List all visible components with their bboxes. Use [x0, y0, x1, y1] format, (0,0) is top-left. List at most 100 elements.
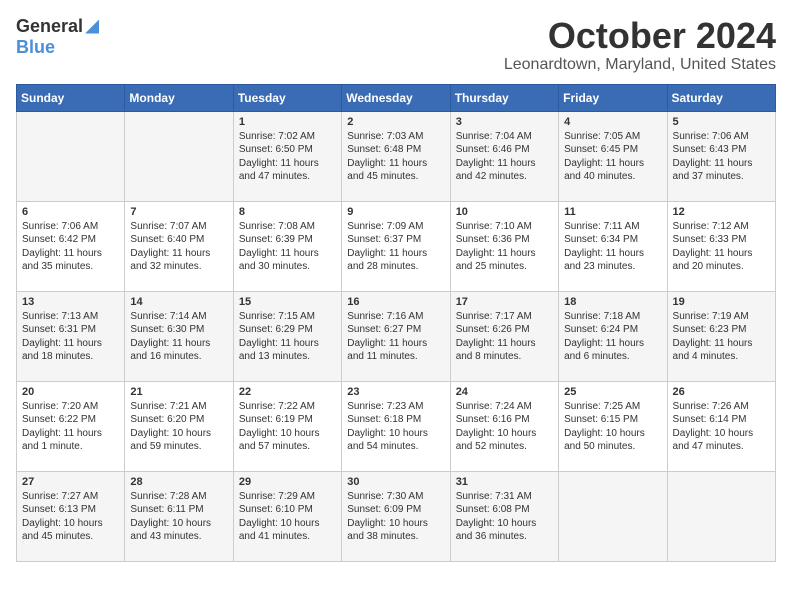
- day-number: 11: [564, 206, 661, 218]
- day-number: 28: [130, 476, 227, 488]
- cell-info: Sunrise: 7:24 AM Sunset: 6:16 PM Dayligh…: [456, 400, 553, 454]
- calendar-cell: 15 Sunrise: 7:15 AM Sunset: 6:29 PM Dayli…: [233, 291, 341, 381]
- calendar-cell: 17 Sunrise: 7:17 AM Sunset: 6:26 PM Dayli…: [450, 291, 558, 381]
- day-number: 30: [347, 476, 444, 488]
- calendar-cell: [667, 471, 775, 561]
- day-number: 5: [673, 116, 770, 128]
- calendar-cell: 18Sunrise: 7:18 AM Sunset: 6:24 PM Dayli…: [559, 291, 667, 381]
- day-number: 1: [239, 116, 336, 128]
- title-section: October 2024 Leonardtown, Maryland, Unit…: [504, 16, 776, 74]
- calendar-cell: 22 Sunrise: 7:22 AM Sunset: 6:19 PM Dayli…: [233, 381, 341, 471]
- day-number: 22: [239, 386, 336, 398]
- cell-info: Sunrise: 7:23 AM Sunset: 6:18 PM Dayligh…: [347, 400, 444, 454]
- calendar-cell: 24 Sunrise: 7:24 AM Sunset: 6:16 PM Dayli…: [450, 381, 558, 471]
- header-day-monday: Monday: [125, 84, 233, 111]
- day-number: 20: [22, 386, 119, 398]
- cell-info: Sunrise: 7:19 AM Sunset: 6:23 PM Dayligh…: [673, 310, 770, 364]
- day-number: 8: [239, 206, 336, 218]
- cell-info: Sunrise: 7:11 AM Sunset: 6:34 PM Dayligh…: [564, 220, 661, 274]
- header-day-sunday: Sunday: [17, 84, 125, 111]
- calendar-cell: 28 Sunrise: 7:28 AM Sunset: 6:11 PM Dayli…: [125, 471, 233, 561]
- calendar-cell: 20Sunrise: 7:20 AM Sunset: 6:22 PM Dayli…: [17, 381, 125, 471]
- calendar-cell: 11 Sunrise: 7:11 AM Sunset: 6:34 PM Dayli…: [559, 201, 667, 291]
- calendar-cell: [17, 111, 125, 201]
- calendar-cell: 14Sunrise: 7:14 AM Sunset: 6:30 PM Dayli…: [125, 291, 233, 381]
- calendar-cell: 1 Sunrise: 7:02 AM Sunset: 6:50 PM Daylig…: [233, 111, 341, 201]
- calendar-cell: 5 Sunrise: 7:06 AM Sunset: 6:43 PM Daylig…: [667, 111, 775, 201]
- day-number: 25: [564, 386, 661, 398]
- day-number: 4: [564, 116, 661, 128]
- day-number: 15: [239, 296, 336, 308]
- cell-info: Sunrise: 7:27 AM Sunset: 6:13 PM Dayligh…: [22, 490, 119, 544]
- calendar-cell: [125, 111, 233, 201]
- day-number: 3: [456, 116, 553, 128]
- cell-info: Sunrise: 7:21 AM Sunset: 6:20 PM Dayligh…: [130, 400, 227, 454]
- calendar-week-1: 1 Sunrise: 7:02 AM Sunset: 6:50 PM Daylig…: [17, 111, 776, 201]
- cell-info: Sunrise: 7:17 AM Sunset: 6:26 PM Dayligh…: [456, 310, 553, 364]
- day-number: 18: [564, 296, 661, 308]
- day-number: 10: [456, 206, 553, 218]
- header-day-tuesday: Tuesday: [233, 84, 341, 111]
- day-number: 31: [456, 476, 553, 488]
- calendar-cell: 4 Sunrise: 7:05 AM Sunset: 6:45 PM Daylig…: [559, 111, 667, 201]
- calendar-cell: 8Sunrise: 7:08 AM Sunset: 6:39 PM Daylig…: [233, 201, 341, 291]
- calendar-cell: 2 Sunrise: 7:03 AM Sunset: 6:48 PM Daylig…: [342, 111, 450, 201]
- cell-info: Sunrise: 7:12 AM Sunset: 6:33 PM Dayligh…: [673, 220, 770, 274]
- calendar-title: October 2024: [504, 16, 776, 56]
- calendar-cell: 30 Sunrise: 7:30 AM Sunset: 6:09 PM Dayli…: [342, 471, 450, 561]
- logo-icon: [85, 20, 99, 34]
- cell-info: Sunrise: 7:16 AM Sunset: 6:27 PM Dayligh…: [347, 310, 444, 364]
- day-number: 23: [347, 386, 444, 398]
- page-header: General Blue October 2024 Leonardtown, M…: [16, 16, 776, 74]
- day-number: 19: [673, 296, 770, 308]
- calendar-cell: 25Sunrise: 7:25 AM Sunset: 6:15 PM Dayli…: [559, 381, 667, 471]
- header-day-thursday: Thursday: [450, 84, 558, 111]
- calendar-cell: 12 Sunrise: 7:12 AM Sunset: 6:33 PM Dayli…: [667, 201, 775, 291]
- calendar-week-5: 27Sunrise: 7:27 AM Sunset: 6:13 PM Dayli…: [17, 471, 776, 561]
- calendar-cell: 31 Sunrise: 7:31 AM Sunset: 6:08 PM Dayli…: [450, 471, 558, 561]
- cell-info: Sunrise: 7:07 AM Sunset: 6:40 PM Dayligh…: [130, 220, 227, 274]
- cell-info: Sunrise: 7:06 AM Sunset: 6:42 PM Dayligh…: [22, 220, 119, 274]
- calendar-cell: 27Sunrise: 7:27 AM Sunset: 6:13 PM Dayli…: [17, 471, 125, 561]
- header-day-saturday: Saturday: [667, 84, 775, 111]
- day-number: 12: [673, 206, 770, 218]
- calendar-header-row: SundayMondayTuesdayWednesdayThursdayFrid…: [17, 84, 776, 111]
- cell-info: Sunrise: 7:29 AM Sunset: 6:10 PM Dayligh…: [239, 490, 336, 544]
- cell-info: Sunrise: 7:03 AM Sunset: 6:48 PM Dayligh…: [347, 130, 444, 184]
- day-number: 24: [456, 386, 553, 398]
- day-number: 17: [456, 296, 553, 308]
- cell-info: Sunrise: 7:13 AM Sunset: 6:31 PM Dayligh…: [22, 310, 119, 364]
- cell-info: Sunrise: 7:14 AM Sunset: 6:30 PM Dayligh…: [130, 310, 227, 364]
- cell-info: Sunrise: 7:31 AM Sunset: 6:08 PM Dayligh…: [456, 490, 553, 544]
- day-number: 7: [130, 206, 227, 218]
- cell-info: Sunrise: 7:15 AM Sunset: 6:29 PM Dayligh…: [239, 310, 336, 364]
- cell-info: Sunrise: 7:22 AM Sunset: 6:19 PM Dayligh…: [239, 400, 336, 454]
- header-day-wednesday: Wednesday: [342, 84, 450, 111]
- calendar-subtitle: Leonardtown, Maryland, United States: [504, 56, 776, 74]
- calendar-cell: 3 Sunrise: 7:04 AM Sunset: 6:46 PM Daylig…: [450, 111, 558, 201]
- day-number: 21: [130, 386, 227, 398]
- calendar-table: SundayMondayTuesdayWednesdayThursdayFrid…: [16, 84, 776, 562]
- day-number: 29: [239, 476, 336, 488]
- logo-general: General: [16, 16, 83, 37]
- calendar-cell: 29 Sunrise: 7:29 AM Sunset: 6:10 PM Dayli…: [233, 471, 341, 561]
- cell-info: Sunrise: 7:05 AM Sunset: 6:45 PM Dayligh…: [564, 130, 661, 184]
- logo-blue: Blue: [16, 37, 55, 58]
- cell-info: Sunrise: 7:30 AM Sunset: 6:09 PM Dayligh…: [347, 490, 444, 544]
- cell-info: Sunrise: 7:09 AM Sunset: 6:37 PM Dayligh…: [347, 220, 444, 274]
- cell-info: Sunrise: 7:02 AM Sunset: 6:50 PM Dayligh…: [239, 130, 336, 184]
- cell-info: Sunrise: 7:04 AM Sunset: 6:46 PM Dayligh…: [456, 130, 553, 184]
- calendar-cell: 26Sunrise: 7:26 AM Sunset: 6:14 PM Dayli…: [667, 381, 775, 471]
- calendar-cell: 7 Sunrise: 7:07 AM Sunset: 6:40 PM Daylig…: [125, 201, 233, 291]
- calendar-week-4: 20Sunrise: 7:20 AM Sunset: 6:22 PM Dayli…: [17, 381, 776, 471]
- calendar-week-2: 6Sunrise: 7:06 AM Sunset: 6:42 PM Daylig…: [17, 201, 776, 291]
- calendar-cell: 23 Sunrise: 7:23 AM Sunset: 6:18 PM Dayli…: [342, 381, 450, 471]
- cell-info: Sunrise: 7:06 AM Sunset: 6:43 PM Dayligh…: [673, 130, 770, 184]
- cell-info: Sunrise: 7:10 AM Sunset: 6:36 PM Dayligh…: [456, 220, 553, 274]
- header-day-friday: Friday: [559, 84, 667, 111]
- day-number: 9: [347, 206, 444, 218]
- day-number: 13: [22, 296, 119, 308]
- day-number: 26: [673, 386, 770, 398]
- day-number: 2: [347, 116, 444, 128]
- cell-info: Sunrise: 7:28 AM Sunset: 6:11 PM Dayligh…: [130, 490, 227, 544]
